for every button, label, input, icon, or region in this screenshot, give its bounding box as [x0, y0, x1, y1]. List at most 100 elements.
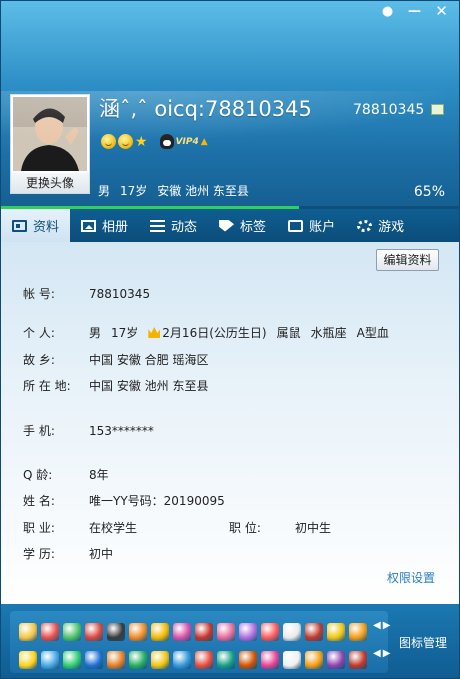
pin-icon[interactable]: ● — [374, 1, 401, 21]
profile-header: ● — ✕ 更换头像 涵ˆ,ˆ oicq:78810345 78810345 ★… — [1, 1, 459, 209]
service-icon[interactable] — [239, 623, 257, 641]
icon-footer: ◀ ▶ ◀ ▶ 图标管理 — [1, 604, 459, 678]
service-icon[interactable] — [129, 651, 147, 669]
game-icon — [357, 219, 373, 232]
edit-profile-button[interactable]: 编辑资料 — [376, 249, 439, 271]
name-row: 姓 名: 唯一YY号码：20190095 — [23, 492, 225, 509]
service-icon[interactable] — [151, 623, 169, 641]
birthday-value: 2月16日(公历生日) — [162, 326, 267, 340]
arrow-left-icon[interactable]: ◀ — [373, 648, 381, 659]
tab-label: 资料 — [33, 220, 60, 235]
nickname: 涵ˆ,ˆ oicq:78810345 — [99, 97, 312, 121]
service-icon[interactable] — [217, 651, 235, 669]
avatar[interactable] — [13, 97, 87, 171]
field-label: 职 业: — [23, 521, 55, 535]
tab-label: 账户 — [309, 220, 336, 235]
service-icon[interactable] — [151, 651, 169, 669]
close-button[interactable]: ✕ — [428, 1, 455, 21]
field-label: 职 位: — [229, 521, 261, 535]
field-label: 手 机: — [23, 424, 55, 438]
service-icon[interactable] — [195, 623, 213, 641]
service-icon[interactable] — [305, 623, 323, 641]
vip-label: VIP4 — [175, 136, 199, 147]
hometown-row: 故 乡: 中国 安徽 合肥 瑶海区 — [23, 351, 208, 368]
service-icon[interactable] — [63, 623, 81, 641]
blood-type-value: A型血 — [356, 326, 389, 340]
service-icon[interactable] — [85, 651, 103, 669]
gender: 男 — [98, 184, 111, 198]
smiley-level-icon[interactable] — [101, 134, 116, 149]
tab-label: 标签 — [240, 220, 267, 235]
service-icon[interactable] — [129, 623, 147, 641]
crown-icon — [148, 327, 161, 338]
icon-row-scroll: ◀ ▶ — [373, 648, 390, 659]
job-row: 职 业: 在校学生 职 位: 初中生 — [23, 519, 331, 536]
service-icon[interactable] — [173, 651, 191, 669]
service-icon[interactable] — [327, 623, 345, 641]
residence-row: 所 在 地: 中国 安徽 池州 东至县 — [23, 377, 208, 394]
vip-badge[interactable]: VIP4 ▲ — [159, 134, 208, 149]
tab-bar: 资料 相册 动态 标签 账户 游戏 — [1, 209, 459, 242]
tab-album[interactable]: 相册 — [70, 209, 139, 242]
field-value: 中国 安徽 合肥 瑶海区 — [89, 353, 209, 367]
tab-label: 动态 — [171, 220, 198, 235]
service-icon[interactable] — [283, 651, 301, 669]
minimize-button[interactable]: — — [401, 1, 428, 21]
account-row: 帐 号: 78810345 — [23, 285, 150, 302]
service-icon[interactable] — [107, 623, 125, 641]
avatar-frame: 更换头像 — [10, 94, 90, 194]
icon-management-button[interactable]: 图标管理 — [399, 634, 447, 651]
smiley-level-icon[interactable] — [118, 134, 133, 149]
window-controls: ● — ✕ — [374, 1, 455, 21]
copy-id-icon[interactable] — [431, 104, 444, 115]
arrow-up-icon: ▲ — [200, 136, 208, 147]
arrow-right-icon[interactable]: ▶ — [383, 620, 391, 631]
service-icon[interactable] — [85, 623, 103, 641]
change-avatar-button[interactable]: 更换头像 — [11, 173, 89, 193]
qage-row: Q 龄: 8年 — [23, 466, 109, 483]
service-icon[interactable] — [63, 651, 81, 669]
tab-feed[interactable]: 动态 — [139, 209, 208, 242]
arrow-left-icon[interactable]: ◀ — [373, 620, 381, 631]
tab-account[interactable]: 账户 — [277, 209, 346, 242]
field-value: 初中 — [89, 547, 114, 561]
age-value: 17岁 — [111, 326, 139, 340]
level-badges: ★ VIP4 ▲ — [101, 134, 208, 149]
field-label: 个 人: — [23, 326, 55, 340]
service-icon[interactable] — [19, 623, 37, 641]
service-icon[interactable] — [173, 623, 191, 641]
icon-row-scroll: ◀ ▶ — [373, 620, 390, 631]
field-label: 姓 名: — [23, 494, 55, 508]
service-icon[interactable] — [107, 651, 125, 669]
gender-value: 男 — [89, 326, 102, 340]
service-icon[interactable] — [327, 651, 345, 669]
wallet-icon — [288, 219, 304, 232]
field-value: 唯一YY号码：20190095 — [89, 494, 225, 508]
personal-row: 个 人: 男 17岁 2月16日(公历生日) 属鼠 水瓶座 A型血 — [23, 324, 389, 341]
service-icon[interactable] — [41, 623, 59, 641]
service-icon[interactable] — [349, 651, 367, 669]
tab-label: 相册 — [102, 220, 129, 235]
field-value: 中国 安徽 池州 东至县 — [89, 379, 209, 393]
age: 17岁 — [120, 184, 148, 198]
permissions-link[interactable]: 权限设置 — [387, 569, 435, 586]
tab-tags[interactable]: 标签 — [208, 209, 277, 242]
field-label: 所 在 地: — [23, 379, 71, 393]
service-icon[interactable] — [261, 623, 279, 641]
service-icon[interactable] — [195, 651, 213, 669]
service-icon[interactable] — [239, 651, 257, 669]
service-icon[interactable] — [261, 651, 279, 669]
service-icon[interactable] — [41, 651, 59, 669]
arrow-right-icon[interactable]: ▶ — [383, 648, 391, 659]
tab-profile[interactable]: 资料 — [1, 209, 71, 242]
tab-games[interactable]: 游戏 — [346, 209, 415, 242]
service-icon[interactable] — [305, 651, 323, 669]
service-icon[interactable] — [217, 623, 235, 641]
zodiac-value: 属鼠 — [276, 326, 301, 340]
service-icon[interactable] — [349, 623, 367, 641]
tag-icon — [219, 219, 235, 232]
field-label: 学 历: — [23, 547, 55, 561]
star-level-icon[interactable]: ★ — [135, 135, 148, 149]
service-icon[interactable] — [283, 623, 301, 641]
service-icon[interactable] — [19, 651, 37, 669]
